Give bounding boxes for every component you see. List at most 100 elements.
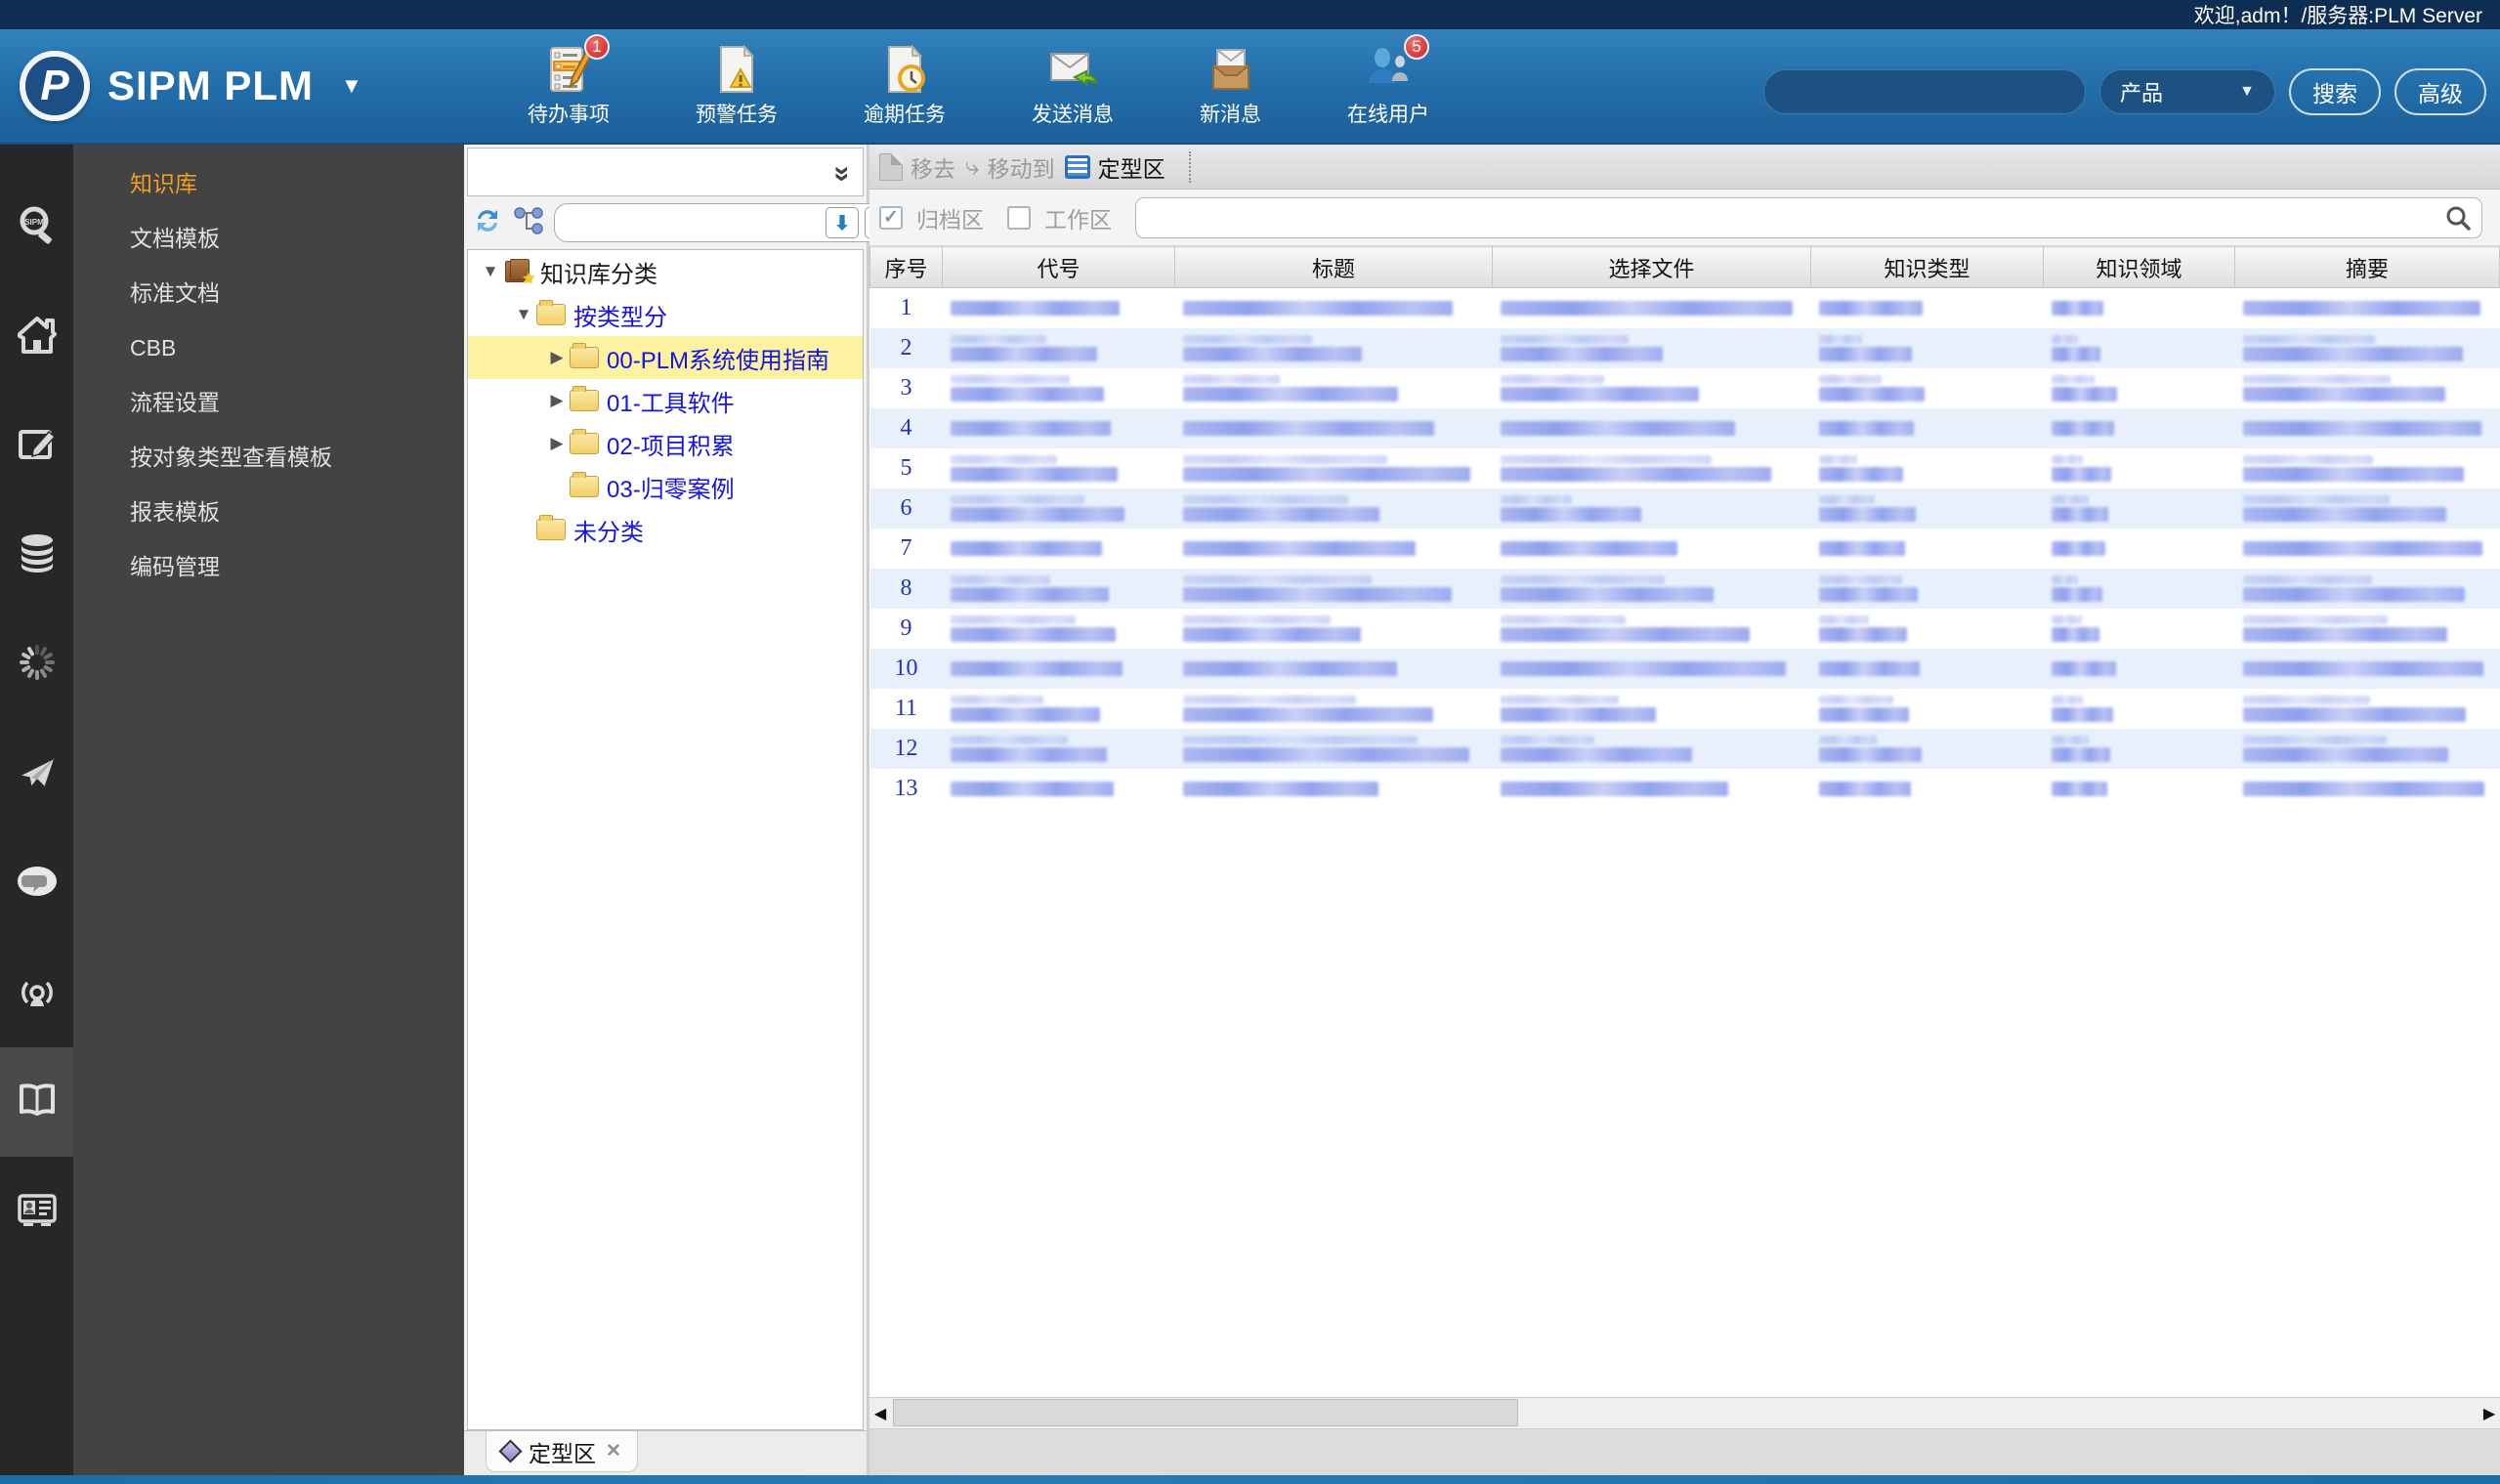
- table-row[interactable]: 11: [870, 689, 2500, 729]
- search-category-select[interactable]: 产品 ▼: [2099, 69, 2275, 114]
- header-tool-2[interactable]: 预警任务: [696, 44, 778, 128]
- scrollbar-thumb[interactable]: [893, 1399, 1518, 1426]
- rail-item-book[interactable]: [0, 1047, 73, 1157]
- row-number: 6: [869, 488, 943, 529]
- table-row[interactable]: 10: [869, 648, 2500, 689]
- redacted-cell: [1810, 728, 2044, 769]
- expand-arrow-icon[interactable]: ▼: [511, 305, 536, 324]
- tree-node-label: 知识库分类: [540, 261, 657, 288]
- rail-item-spinner[interactable]: [0, 610, 73, 719]
- search-next-button[interactable]: ⬇: [826, 207, 859, 238]
- header-tool-4[interactable]: 发送消息: [1032, 44, 1114, 128]
- redacted-cell: [2044, 689, 2235, 729]
- finalize-zone-tab[interactable]: 定型区 ✕: [486, 1431, 638, 1472]
- sidebar-item[interactable]: 按对象类型查看模板: [73, 430, 464, 485]
- work-zone-checkbox[interactable]: [1007, 205, 1031, 230]
- column-header[interactable]: 序号: [869, 246, 943, 288]
- double-chevron-down-icon[interactable]: »: [826, 166, 860, 179]
- redacted-cell: [1811, 689, 2044, 729]
- chevron-down-icon[interactable]: ▼: [341, 73, 362, 99]
- sidebar-item[interactable]: 报表模板: [73, 485, 464, 539]
- tree-node-label: 02-项目积累: [607, 433, 735, 460]
- table-search-input[interactable]: [1146, 205, 2444, 230]
- tree-node[interactable]: ▶ 01-工具软件: [468, 379, 863, 422]
- table-row[interactable]: 1: [870, 288, 2500, 328]
- column-header[interactable]: 摘要: [2234, 246, 2500, 288]
- table-row[interactable]: 13: [870, 769, 2500, 809]
- rail-item-paper-plane[interactable]: [0, 719, 73, 828]
- column-header[interactable]: 标题: [1174, 246, 1493, 288]
- rail-item-chat[interactable]: [0, 828, 73, 938]
- search-icon[interactable]: [2444, 204, 2472, 232]
- rail-item-database[interactable]: [0, 500, 73, 610]
- table-row[interactable]: 6: [869, 488, 2500, 529]
- header-tool-1[interactable]: 1 待办事项: [528, 34, 610, 128]
- rail-item-sipm-search[interactable]: SIPM: [0, 172, 73, 281]
- diamond-icon: [498, 1439, 523, 1463]
- table-row[interactable]: 7: [870, 529, 2500, 569]
- column-header[interactable]: 选择文件: [1492, 246, 1811, 288]
- scroll-left-arrow-icon[interactable]: ◀: [869, 1404, 891, 1423]
- tree-node[interactable]: ▶ 02-项目积累: [468, 422, 863, 465]
- scroll-right-arrow-icon[interactable]: ▶: [2479, 1404, 2500, 1423]
- header-tool-6[interactable]: 5 在线用户: [1347, 34, 1429, 128]
- table-row[interactable]: 9: [870, 609, 2500, 649]
- brand[interactable]: P SIPM PLM ▼: [0, 51, 459, 121]
- scrollbar-track[interactable]: [891, 1398, 2479, 1428]
- table-row[interactable]: 3: [870, 368, 2500, 408]
- global-search-input[interactable]: [1763, 69, 2086, 114]
- tree-node[interactable]: 03-归零案例: [468, 465, 863, 508]
- column-header[interactable]: 代号: [942, 246, 1175, 288]
- redacted-cell: [2043, 728, 2235, 769]
- finalize-zone-button[interactable]: 定型区: [1064, 150, 1165, 184]
- column-header[interactable]: 知识类型: [1810, 246, 2044, 288]
- tree-search-input[interactable]: [561, 207, 820, 238]
- move-to-button[interactable]: ⤷ 移动到: [965, 150, 1055, 184]
- horizontal-scrollbar[interactable]: ◀ ▶: [869, 1397, 2500, 1428]
- sidebar-item[interactable]: 流程设置: [73, 375, 464, 430]
- header-tool-3[interactable]: 逾期任务: [864, 44, 946, 128]
- redacted-cell: [942, 407, 1175, 448]
- row-number: 7: [900, 534, 912, 561]
- expand-arrow-icon[interactable]: ▶: [544, 348, 570, 367]
- hierarchy-icon[interactable]: [513, 205, 544, 241]
- sidebar-item[interactable]: 标准文档: [73, 266, 464, 320]
- expand-arrow-icon[interactable]: ▼: [478, 262, 503, 281]
- redacted-cell: [1174, 648, 1493, 689]
- expand-arrow-icon[interactable]: ▶: [544, 434, 570, 453]
- content-footer: [869, 1428, 2500, 1475]
- row-number: 8: [869, 568, 943, 609]
- edit-icon: [16, 422, 59, 470]
- table-row[interactable]: 8: [869, 568, 2500, 609]
- header-tool-5[interactable]: 新消息: [1200, 44, 1261, 128]
- sidebar-item[interactable]: 文档模板: [73, 211, 464, 266]
- table-row[interactable]: 4: [869, 407, 2500, 448]
- table-row[interactable]: 12: [869, 728, 2500, 769]
- rail-item-id-card[interactable]: [0, 1157, 73, 1266]
- tree-node[interactable]: ▼ ★ 知识库分类: [468, 250, 863, 293]
- remove-button[interactable]: 移去: [879, 150, 955, 184]
- broadcast-icon: [16, 969, 59, 1017]
- expand-arrow-icon[interactable]: ▶: [544, 391, 570, 410]
- sidebar-item[interactable]: CBB: [73, 320, 464, 375]
- rail-item-edit[interactable]: [0, 391, 73, 500]
- rail-item-home[interactable]: [0, 281, 73, 391]
- table-row[interactable]: 2: [869, 327, 2500, 368]
- redacted-cell: [943, 769, 1175, 809]
- refresh-icon[interactable]: [472, 205, 503, 241]
- id-card-icon: [16, 1188, 59, 1236]
- tree-node[interactable]: ▼ 按类型分: [468, 293, 863, 336]
- advanced-search-button[interactable]: 高级: [2394, 68, 2486, 115]
- column-header[interactable]: 知识领域: [2043, 246, 2235, 288]
- close-icon[interactable]: ✕: [606, 1440, 621, 1463]
- rail-item-broadcast[interactable]: [0, 938, 73, 1047]
- tree-filter-collapsed-panel[interactable]: »: [467, 148, 864, 196]
- tree-node[interactable]: ▶ 00-PLM系统使用指南: [468, 336, 863, 379]
- archive-zone-checkbox[interactable]: ✓: [879, 205, 903, 230]
- tree-node[interactable]: 未分类: [468, 508, 863, 551]
- search-button[interactable]: 搜索: [2289, 68, 2381, 115]
- sidebar-item[interactable]: 编码管理: [73, 539, 464, 594]
- new-message-icon: [1206, 44, 1256, 95]
- sidebar-item[interactable]: 知识库: [73, 156, 464, 211]
- table-row[interactable]: 5: [870, 448, 2500, 488]
